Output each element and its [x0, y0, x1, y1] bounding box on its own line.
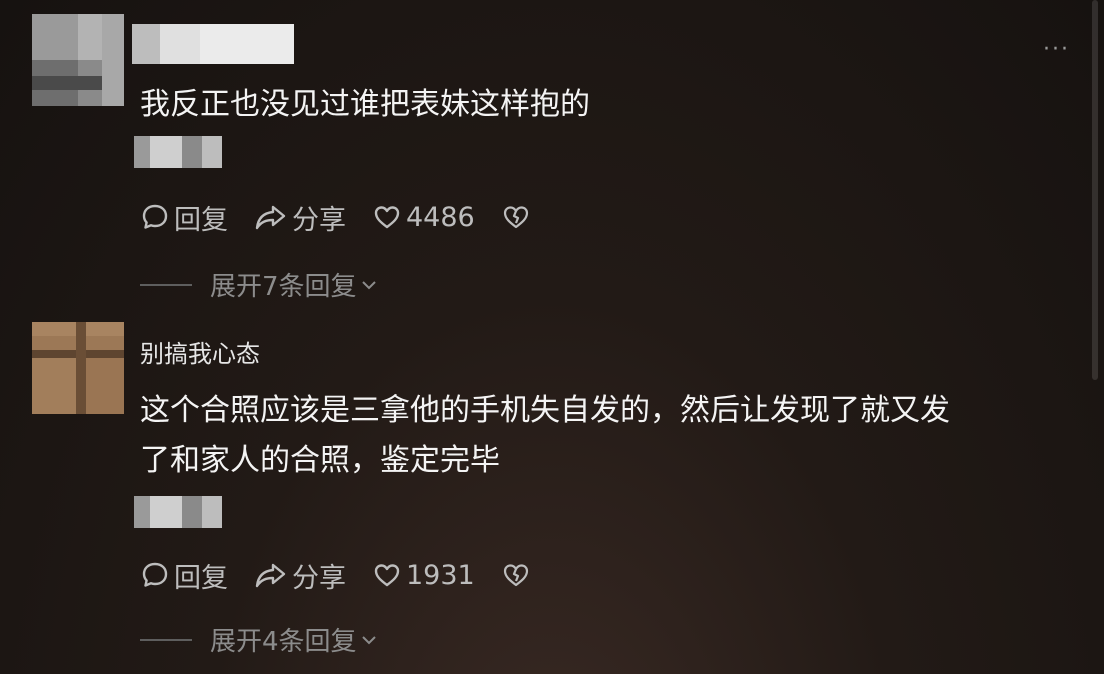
username-redacted — [132, 24, 294, 64]
like-button[interactable]: 1931 — [372, 560, 475, 591]
like-count: 1931 — [406, 559, 475, 591]
heart-icon — [374, 206, 400, 229]
comment-actions: 回复 分享 1931 — [140, 555, 561, 595]
broken-heart-icon — [503, 564, 528, 587]
comment-text-line: 这个合照应该是三拿他的手机失自发的，然后让发现了就又发 — [140, 393, 950, 428]
share-arrow-icon — [255, 205, 286, 230]
divider-line — [140, 283, 192, 286]
expand-replies-button[interactable]: 展开4条回复 — [140, 621, 379, 658]
comment-text: 这个合照应该是三拿他的手机失自发的，然后让发现了就又发 了和家人的合照，鉴定完毕 — [140, 386, 1070, 486]
comment-meta-redacted — [134, 496, 222, 528]
scrollbar[interactable] — [1092, 0, 1098, 380]
share-label: 分享 — [292, 204, 346, 236]
expand-replies-label: 展开7条回复 — [210, 272, 357, 302]
expand-replies-label: 展开4条回复 — [210, 627, 357, 657]
reply-label: 回复 — [174, 204, 228, 236]
reply-button[interactable]: 回复 — [140, 556, 228, 595]
more-options-icon[interactable]: ··· — [1043, 39, 1070, 61]
share-button[interactable]: 分享 — [254, 198, 346, 237]
username[interactable]: 别搞我心态 — [140, 334, 260, 369]
reply-label: 回复 — [174, 562, 228, 594]
avatar[interactable] — [32, 322, 124, 414]
share-button[interactable]: 分享 — [254, 556, 346, 595]
expand-replies-button[interactable]: 展开7条回复 — [140, 266, 379, 303]
comment-actions: 回复 分享 4486 — [140, 197, 561, 237]
comment-bubble-icon — [142, 562, 168, 587]
divider-line — [140, 638, 192, 641]
share-arrow-icon — [255, 563, 286, 588]
comment-text: 我反正也没见过谁把表妹这样抱的 — [140, 87, 590, 122]
comment-text-line: 了和家人的合照，鉴定完毕 — [140, 443, 500, 478]
heart-icon — [374, 564, 400, 587]
like-count: 4486 — [406, 201, 475, 233]
dislike-button[interactable] — [501, 202, 535, 232]
chevron-down-icon — [361, 280, 376, 289]
reply-button[interactable]: 回复 — [140, 198, 228, 237]
broken-heart-icon — [503, 206, 528, 229]
dislike-button[interactable] — [501, 560, 535, 590]
avatar[interactable] — [32, 14, 124, 106]
comment-bubble-icon — [142, 204, 168, 229]
chevron-down-icon — [361, 635, 376, 644]
share-label: 分享 — [292, 562, 346, 594]
comment-meta-redacted — [134, 136, 222, 168]
like-button[interactable]: 4486 — [372, 202, 475, 233]
